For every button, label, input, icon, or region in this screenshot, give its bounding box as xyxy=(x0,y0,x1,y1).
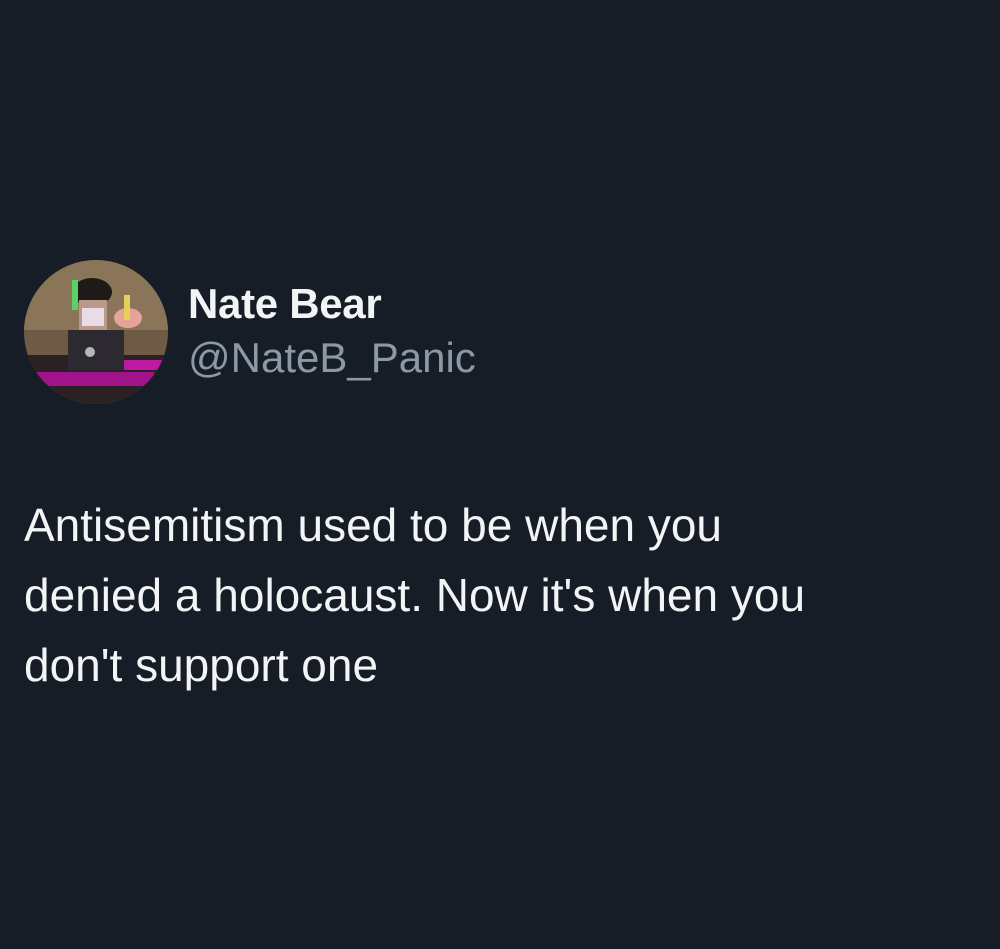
tweet-screenshot: Nate Bear @NateB_Panic Antisemitism used… xyxy=(0,0,1000,949)
avatar[interactable] xyxy=(24,260,168,404)
user-handle[interactable]: @NateB_Panic xyxy=(188,331,476,385)
tweet-header: Nate Bear @NateB_Panic xyxy=(24,260,476,404)
tweet-text: Antisemitism used to be when you denied … xyxy=(24,499,806,691)
display-name[interactable]: Nate Bear xyxy=(188,279,476,329)
avatar-image xyxy=(24,260,168,404)
author-names: Nate Bear @NateB_Panic xyxy=(188,279,476,385)
